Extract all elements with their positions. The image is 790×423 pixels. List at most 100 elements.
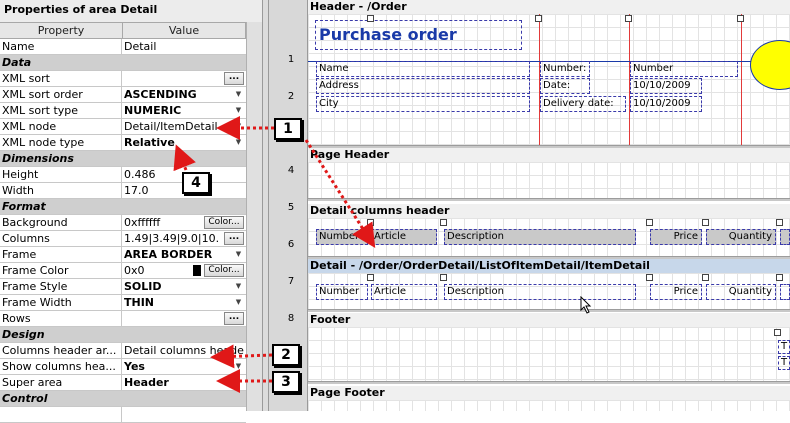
- detail-field[interactable]: Article: [371, 284, 437, 300]
- property-row[interactable]: Columns header ar... Detail columns heade: [0, 343, 246, 359]
- resize-handle[interactable]: [776, 219, 783, 226]
- property-row[interactable]: Frame Width THIN ▼: [0, 295, 246, 311]
- resize-handle[interactable]: [440, 219, 447, 226]
- chevron-down-icon[interactable]: ▼: [233, 121, 244, 132]
- header-field[interactable]: Date:: [540, 78, 590, 94]
- property-section[interactable]: Data: [0, 55, 246, 71]
- property-value[interactable]: Detail columns heade: [123, 343, 246, 358]
- band-title-header[interactable]: Header - /Order: [308, 0, 790, 14]
- property-value[interactable]: 0xffffff Color...: [123, 215, 246, 230]
- resize-handle[interactable]: [774, 329, 781, 336]
- property-section[interactable]: Control: [0, 391, 246, 407]
- chevron-down-icon[interactable]: ▼: [233, 249, 244, 260]
- footer-field[interactable]: T: [778, 356, 790, 370]
- property-value[interactable]: ASCENDING ▼: [123, 87, 246, 102]
- page-footer-area[interactable]: [308, 400, 790, 411]
- property-section[interactable]: Dimensions: [0, 151, 246, 167]
- chevron-down-icon[interactable]: ▼: [233, 105, 244, 116]
- chevron-down-icon[interactable]: ▼: [233, 89, 244, 100]
- header-field[interactable]: Delivery date:: [540, 96, 626, 112]
- column-header-field[interactable]: Number: [316, 229, 368, 245]
- band-separator[interactable]: [308, 198, 790, 201]
- property-value[interactable]: Detail: [123, 39, 246, 54]
- report-designer-canvas[interactable]: Header - /Order Purchase order Name Numb…: [308, 0, 790, 411]
- property-row[interactable]: XML node type Relative ▼: [0, 135, 246, 151]
- column-header-property[interactable]: Property: [0, 23, 123, 39]
- resize-handle[interactable]: [440, 274, 447, 281]
- property-row[interactable]: Background 0xffffff Color...: [0, 215, 246, 231]
- ellipsis-button[interactable]: ...: [224, 312, 244, 325]
- resize-handle[interactable]: [646, 274, 653, 281]
- purchase-order-title[interactable]: Purchase order: [315, 20, 522, 50]
- property-row[interactable]: XML sort order ASCENDING ▼: [0, 87, 246, 103]
- chevron-down-icon[interactable]: ▼: [233, 297, 244, 308]
- resize-handle[interactable]: [737, 15, 744, 22]
- detail-field[interactable]: Price: [650, 284, 702, 300]
- resize-handle[interactable]: [776, 274, 783, 281]
- property-row[interactable]: Columns 1.49|3.49|9.0|10....: [0, 231, 246, 247]
- column-header-field[interactable]: Price: [650, 229, 702, 245]
- resize-handle[interactable]: [702, 274, 709, 281]
- ellipsis-button[interactable]: ...: [224, 72, 244, 85]
- property-row[interactable]: XML node Detail/ItemDetail ▼: [0, 119, 246, 135]
- column-header-field[interactable]: Quantity: [706, 229, 776, 245]
- property-value[interactable]: ...: [123, 71, 246, 86]
- resize-handle[interactable]: [367, 15, 374, 22]
- resize-handle[interactable]: [646, 219, 653, 226]
- property-row[interactable]: XML sort type NUMERIC ▼: [0, 103, 246, 119]
- property-row[interactable]: Frame Style SOLID ▼: [0, 279, 246, 295]
- property-value[interactable]: 0x0 Color...: [123, 263, 246, 278]
- property-value[interactable]: THIN ▼: [123, 295, 246, 310]
- band-title-page-header[interactable]: Page Header: [308, 148, 790, 162]
- detail-field[interactable]: [780, 284, 790, 300]
- property-row[interactable]: XML sort...: [0, 71, 246, 87]
- property-row[interactable]: [0, 407, 246, 423]
- property-row[interactable]: Rows...: [0, 311, 246, 327]
- footer-field[interactable]: T: [778, 340, 790, 354]
- property-row[interactable]: Show columns hea... Yes ▼: [0, 359, 246, 375]
- header-field[interactable]: 10/10/2009: [630, 96, 702, 112]
- property-value[interactable]: Header: [123, 375, 246, 390]
- detail-field[interactable]: Description: [444, 284, 636, 300]
- property-value[interactable]: AREA BORDER ▼: [123, 247, 246, 262]
- header-field[interactable]: 10/10/2009: [630, 78, 702, 94]
- property-section[interactable]: Design: [0, 327, 246, 343]
- property-row[interactable]: Super area Header: [0, 375, 246, 391]
- color-picker-button[interactable]: Color...: [204, 216, 244, 229]
- band-title-columns-header[interactable]: Detail columns header: [308, 204, 790, 218]
- chevron-down-icon[interactable]: ▼: [233, 361, 244, 372]
- property-row[interactable]: Name Detail: [0, 39, 246, 55]
- footer-band-area[interactable]: [308, 327, 790, 381]
- header-field[interactable]: Number:: [540, 61, 590, 77]
- property-value[interactable]: [123, 407, 246, 422]
- header-field[interactable]: Number: [630, 61, 738, 77]
- property-value[interactable]: Relative ▼: [123, 135, 246, 150]
- property-value[interactable]: 1.49|3.49|9.0|10....: [123, 231, 246, 246]
- detail-field[interactable]: Quantity: [706, 284, 776, 300]
- band-separator[interactable]: [308, 381, 790, 384]
- column-header-field[interactable]: Article: [371, 229, 437, 245]
- property-value[interactable]: Detail/ItemDetail ▼: [123, 119, 246, 134]
- band-title-footer[interactable]: Footer: [308, 313, 790, 327]
- property-row[interactable]: Frame AREA BORDER ▼: [0, 247, 246, 263]
- color-picker-button[interactable]: Color...: [204, 264, 244, 277]
- property-value[interactable]: ...: [123, 311, 246, 326]
- resize-handle[interactable]: [367, 219, 374, 226]
- header-field[interactable]: Address: [316, 78, 530, 94]
- property-row[interactable]: Frame Color 0x0 Color...: [0, 263, 246, 279]
- band-separator[interactable]: [308, 309, 790, 312]
- header-field[interactable]: City: [316, 96, 530, 112]
- page-header-area[interactable]: [308, 162, 790, 198]
- panel-splitter[interactable]: [262, 0, 269, 411]
- property-section[interactable]: Format: [0, 199, 246, 215]
- resize-handle[interactable]: [367, 274, 374, 281]
- band-title-page-footer[interactable]: Page Footer: [308, 386, 790, 400]
- resize-handle[interactable]: [625, 15, 632, 22]
- property-value[interactable]: NUMERIC ▼: [123, 103, 246, 118]
- chevron-down-icon[interactable]: ▼: [233, 137, 244, 148]
- vertical-scrollbar[interactable]: [246, 22, 262, 411]
- detail-field[interactable]: Number: [316, 284, 368, 300]
- resize-handle[interactable]: [535, 15, 542, 22]
- chevron-down-icon[interactable]: ▼: [233, 281, 244, 292]
- property-value[interactable]: Yes ▼: [123, 359, 246, 374]
